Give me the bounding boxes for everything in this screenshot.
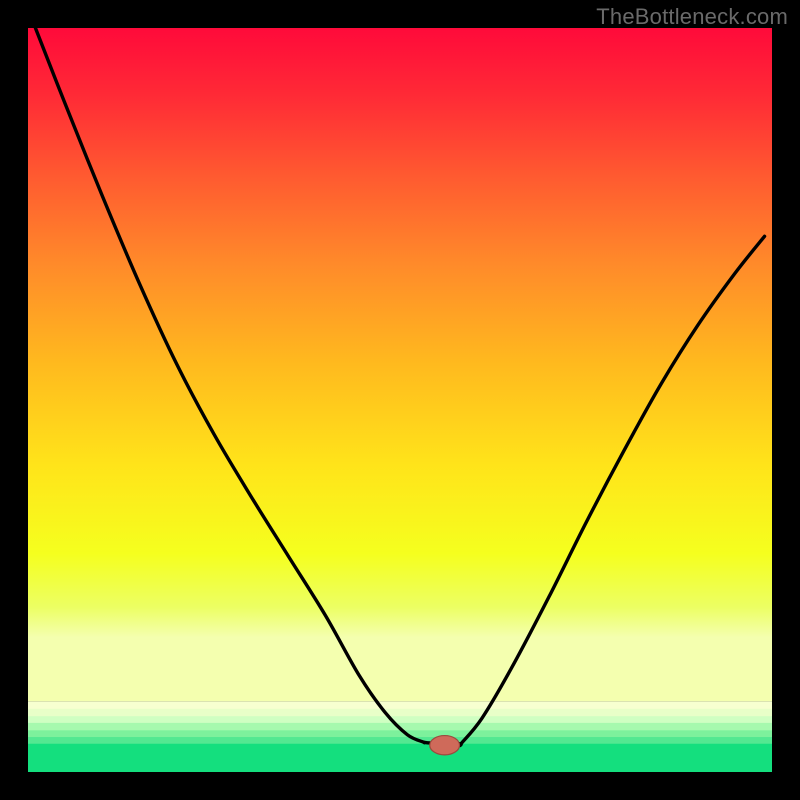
watermark-text: TheBottleneck.com — [596, 4, 788, 30]
chart-frame: TheBottleneck.com — [0, 0, 800, 800]
optimum-marker — [430, 736, 460, 755]
chart-svg — [28, 28, 772, 772]
plot-area — [28, 28, 772, 772]
